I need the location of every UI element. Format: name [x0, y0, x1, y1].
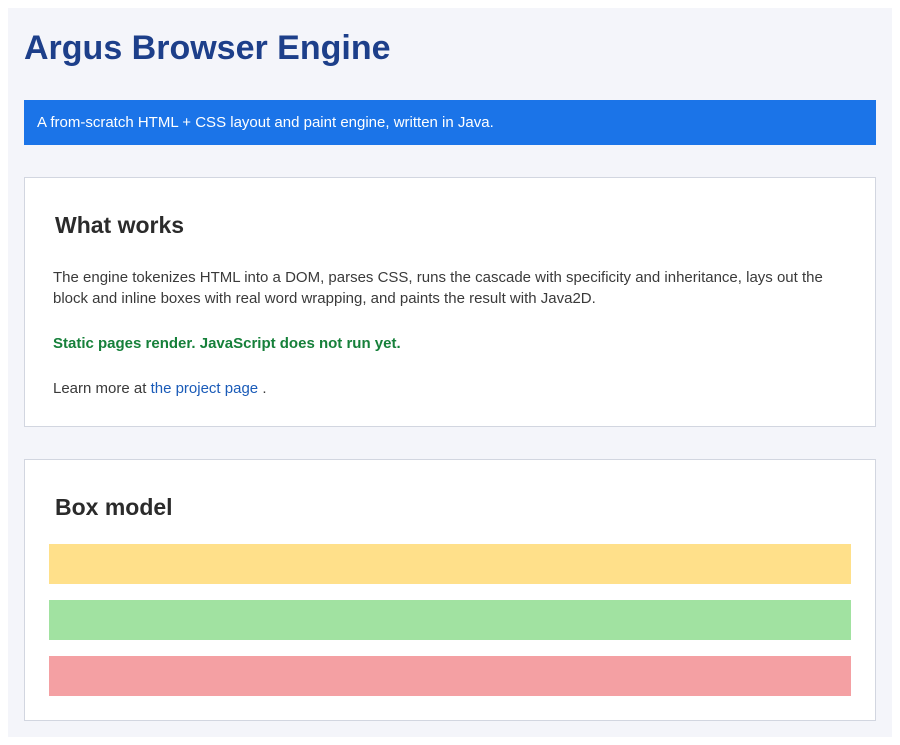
tagline-banner: A from-scratch HTML + CSS layout and pai…	[24, 100, 876, 145]
box-model-bar-green	[49, 600, 851, 640]
box-model-bar-yellow	[49, 544, 851, 584]
what-works-heading: What works	[55, 212, 185, 238]
box-model-heading: Box model	[55, 494, 173, 520]
learn-more-line: Learn more at the project page .	[53, 378, 266, 399]
status-note: Static pages render. JavaScript does not…	[53, 335, 401, 352]
learn-more-suffix: .	[262, 380, 267, 397]
engine-description: The engine tokenizes HTML into a DOM, pa…	[53, 269, 823, 307]
box-model-card: Box model	[24, 459, 876, 721]
project-page-link[interactable]: the project page	[151, 380, 259, 397]
learn-more-prefix: Learn more at	[53, 380, 147, 397]
what-works-card: What works The engine tokenizes HTML int…	[24, 177, 876, 427]
page-container: Argus Browser Engine A from-scratch HTML…	[8, 8, 892, 737]
page-title: Argus Browser Engine	[24, 29, 391, 67]
box-model-bar-red	[49, 656, 851, 696]
